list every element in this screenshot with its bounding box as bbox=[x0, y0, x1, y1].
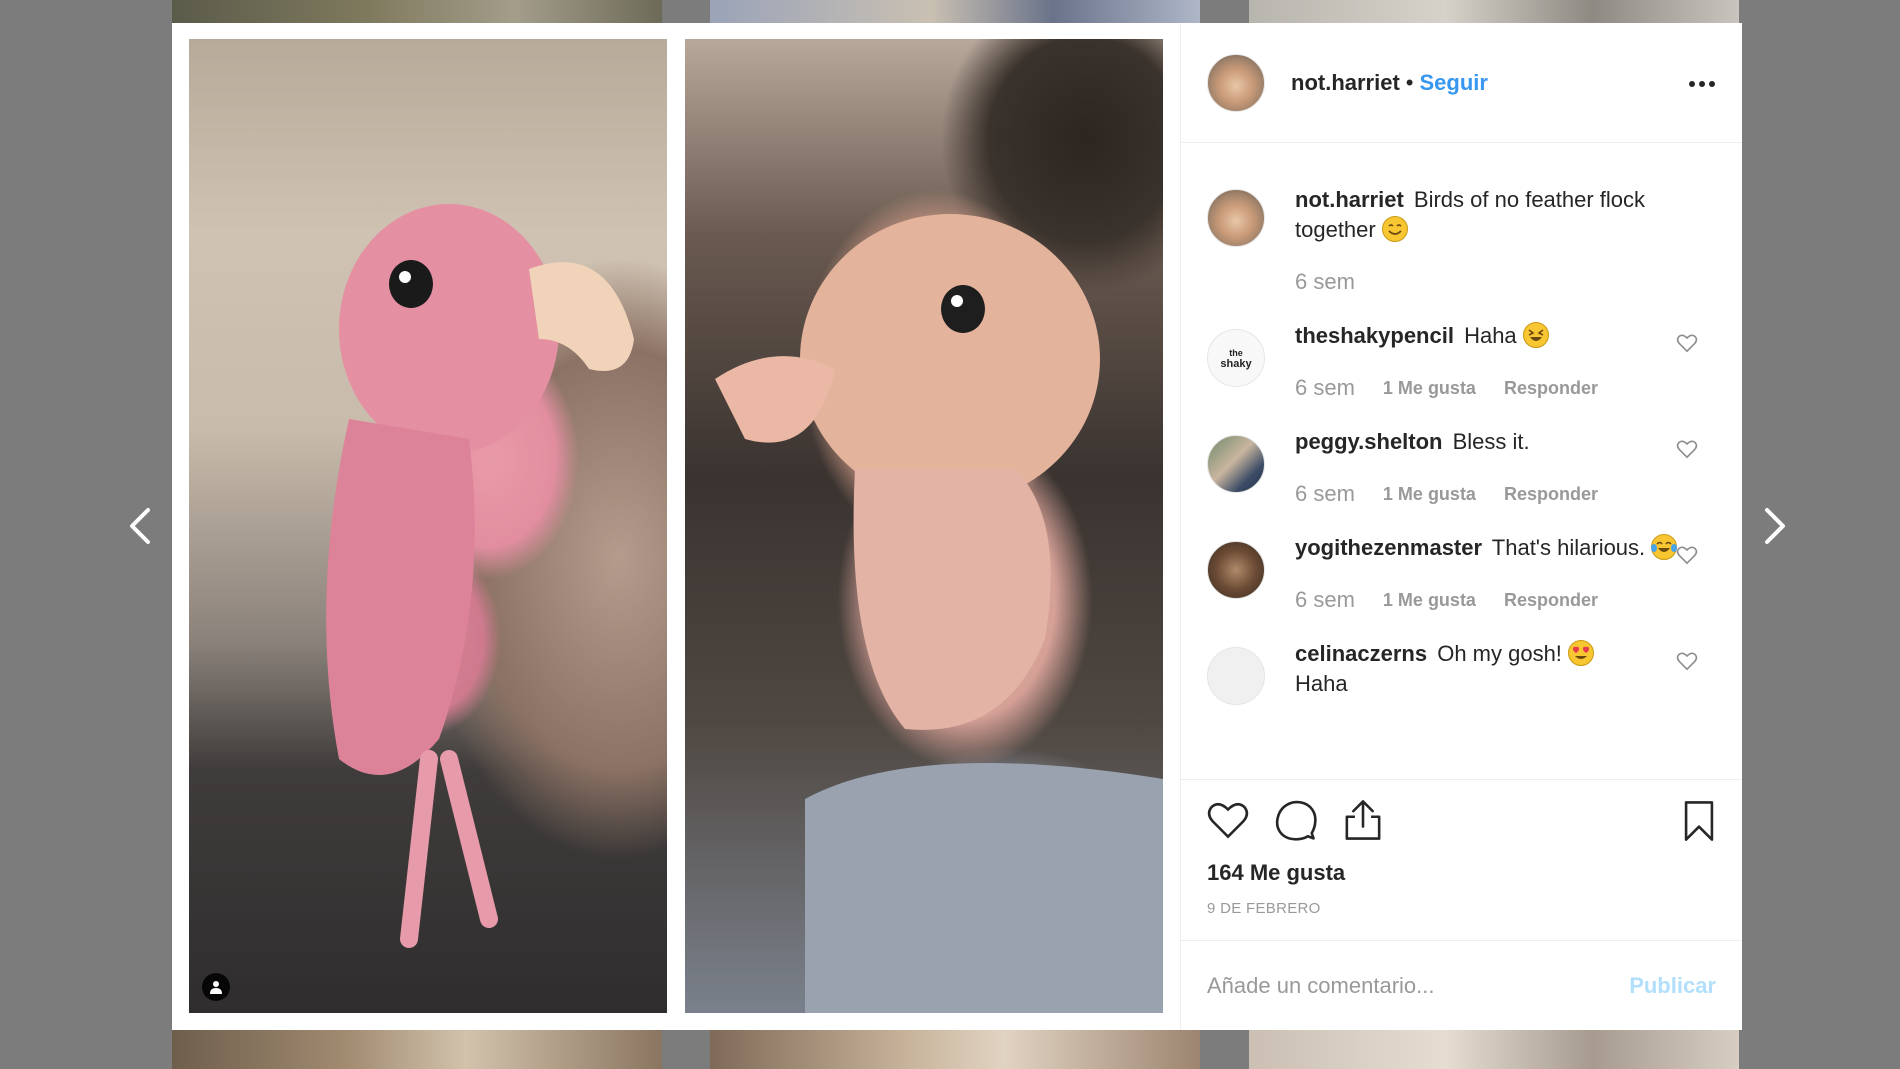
avatar[interactable]: the shaky bbox=[1207, 329, 1265, 387]
post-date[interactable]: 9 DE FEBRERO bbox=[1207, 900, 1716, 917]
like-comment-button[interactable] bbox=[1676, 545, 1698, 570]
comment-time[interactable]: 6 sem bbox=[1295, 267, 1355, 297]
grid-thumbnail[interactable] bbox=[172, 0, 662, 23]
like-button[interactable] bbox=[1207, 800, 1249, 845]
bookmark-icon bbox=[1684, 801, 1714, 841]
share-button[interactable] bbox=[1343, 799, 1383, 846]
comment-likes-count[interactable]: 1 Me gusta bbox=[1383, 373, 1476, 403]
reply-button[interactable]: Responder bbox=[1504, 479, 1598, 509]
comment-text-continued: Haha bbox=[1295, 671, 1348, 696]
comment-text: That's hilarious. bbox=[1491, 535, 1646, 560]
chevron-left-icon bbox=[130, 508, 150, 544]
comment-time[interactable]: 6 sem bbox=[1295, 585, 1355, 615]
comment-item: yogithezenmaster That's hilarious. 6 sem… bbox=[1207, 517, 1716, 615]
like-comment-button[interactable] bbox=[1676, 651, 1698, 676]
next-post-button[interactable] bbox=[1755, 500, 1795, 552]
avatar[interactable] bbox=[1207, 189, 1265, 247]
comment-username[interactable]: theshakypencil bbox=[1295, 323, 1454, 348]
tears-of-joy-emoji-icon bbox=[1651, 534, 1678, 560]
comment-username[interactable]: peggy.shelton bbox=[1295, 429, 1443, 454]
heart-outline-icon bbox=[1676, 652, 1698, 671]
post-actions: 164 Me gusta 9 DE FEBRERO bbox=[1181, 779, 1742, 940]
chevron-right-icon bbox=[1765, 508, 1785, 544]
laughing-squint-emoji-icon bbox=[1522, 322, 1549, 348]
save-bookmark-button[interactable] bbox=[1682, 800, 1716, 847]
comments-list[interactable]: not.harriet Birds of no feather flock to… bbox=[1181, 143, 1742, 779]
comment-username[interactable]: celinaczerns bbox=[1295, 641, 1427, 666]
avatar[interactable] bbox=[1207, 53, 1265, 112]
comment-text: Bless it. bbox=[1452, 429, 1530, 454]
publish-button[interactable]: Publicar bbox=[1629, 973, 1716, 999]
comment-composer: Publicar bbox=[1181, 940, 1742, 1030]
tagged-users-button[interactable] bbox=[202, 973, 230, 1001]
comment-button[interactable] bbox=[1275, 799, 1317, 846]
comment-time[interactable]: 6 sem bbox=[1295, 373, 1355, 403]
heart-outline-icon bbox=[1676, 334, 1698, 353]
previous-post-button[interactable] bbox=[120, 500, 160, 552]
comment-text: Oh my gosh! bbox=[1437, 641, 1562, 666]
avatar[interactable] bbox=[1207, 435, 1265, 493]
grid-thumbnail[interactable] bbox=[1249, 0, 1739, 23]
avatar[interactable] bbox=[1207, 541, 1265, 599]
comment-item: peggy.shelton Bless it. 6 sem 1 Me gusta… bbox=[1207, 411, 1716, 509]
svg-text:the: the bbox=[1229, 348, 1243, 358]
share-upload-icon bbox=[1345, 799, 1381, 840]
heart-outline-icon bbox=[1207, 802, 1249, 838]
reply-button[interactable]: Responder bbox=[1504, 585, 1598, 615]
comment-likes-count[interactable]: 1 Me gusta bbox=[1383, 585, 1476, 615]
comment-item: celinaczerns Oh my gosh! Haha bbox=[1207, 623, 1716, 705]
avatar[interactable] bbox=[1207, 647, 1265, 705]
comment-item: the shaky theshakypencil Haha 6 sem 1 Me… bbox=[1207, 305, 1716, 403]
caption: not.harriet Birds of no feather flock to… bbox=[1207, 165, 1716, 297]
like-count[interactable]: 164 Me gusta bbox=[1207, 860, 1716, 886]
animal-illustration bbox=[715, 214, 1163, 1013]
comment-text: Haha bbox=[1464, 323, 1517, 348]
grid-thumbnail[interactable] bbox=[1249, 1030, 1739, 1069]
post-media bbox=[172, 23, 1180, 1030]
post-sidebar: not.harriet • Seguir not.harriet Birds o… bbox=[1180, 23, 1742, 1030]
follow-button[interactable]: Seguir bbox=[1420, 70, 1488, 96]
post-photo-hairless-animal bbox=[685, 39, 1163, 1013]
heart-eyes-emoji-icon bbox=[1568, 640, 1595, 666]
post-header: not.harriet • Seguir bbox=[1181, 23, 1742, 143]
comment-input[interactable] bbox=[1207, 972, 1630, 999]
reply-button[interactable]: Responder bbox=[1504, 373, 1598, 403]
shaky-pencil-logo: the shaky bbox=[1220, 348, 1252, 370]
post-photo-parrot bbox=[189, 39, 667, 1013]
heart-outline-icon bbox=[1676, 440, 1698, 459]
parrot-illustration bbox=[326, 204, 634, 948]
like-comment-button[interactable] bbox=[1676, 333, 1698, 358]
comment-time[interactable]: 6 sem bbox=[1295, 479, 1355, 509]
like-comment-button[interactable] bbox=[1676, 439, 1698, 464]
svg-text:shaky: shaky bbox=[1220, 358, 1252, 370]
grid-thumbnail[interactable] bbox=[710, 1030, 1200, 1069]
person-icon bbox=[210, 981, 222, 994]
separator-dot: • bbox=[1405, 69, 1414, 95]
post-author-username[interactable]: not.harriet bbox=[1291, 70, 1400, 96]
grid-thumbnail[interactable] bbox=[710, 0, 1200, 23]
post-modal: not.harriet • Seguir not.harriet Birds o… bbox=[172, 23, 1742, 1030]
speech-bubble-icon bbox=[1275, 800, 1317, 841]
grid-thumbnail[interactable] bbox=[172, 1030, 662, 1069]
comment-username[interactable]: not.harriet bbox=[1295, 187, 1404, 212]
smiling-face-emoji-icon bbox=[1381, 216, 1408, 242]
heart-outline-icon bbox=[1676, 546, 1698, 565]
more-horizontal-icon bbox=[1689, 81, 1715, 87]
comment-username[interactable]: yogithezenmaster bbox=[1295, 535, 1482, 560]
more-options-button[interactable] bbox=[1688, 75, 1716, 93]
comment-likes-count[interactable]: 1 Me gusta bbox=[1383, 479, 1476, 509]
